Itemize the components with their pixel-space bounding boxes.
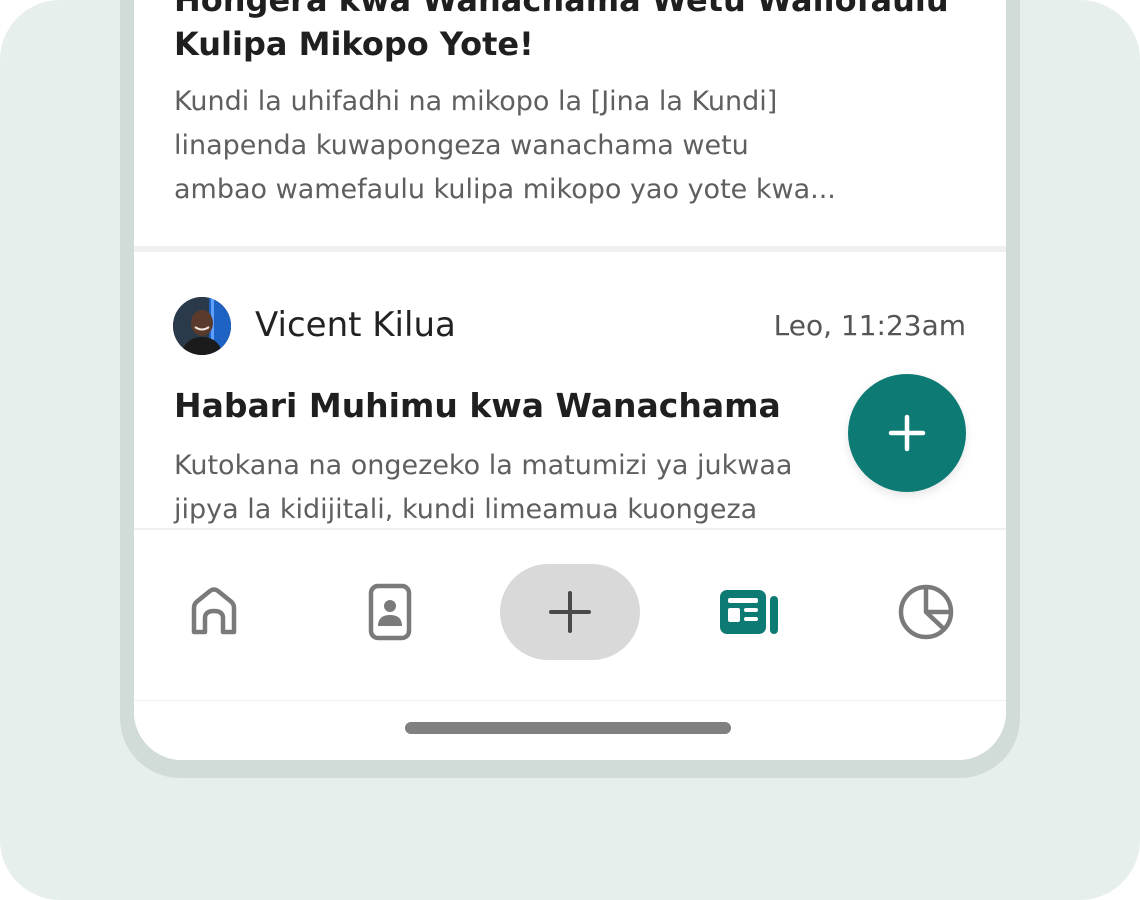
- add-post-button[interactable]: [848, 374, 966, 492]
- nav-add-button[interactable]: [500, 564, 640, 660]
- nav-contacts[interactable]: [350, 564, 430, 660]
- nav-home[interactable]: [174, 564, 254, 660]
- post-title: Habari Muhimu kwa Wanachama: [174, 386, 781, 425]
- plus-icon: [888, 414, 926, 452]
- author-avatar: [173, 297, 231, 355]
- home-icon: [191, 587, 237, 635]
- plus-icon: [549, 591, 591, 633]
- home-indicator[interactable]: [405, 722, 731, 734]
- post-author: Vicent Kilua: [255, 305, 456, 345]
- newspaper-icon: [720, 590, 778, 634]
- bottom-navigation: [134, 528, 1006, 702]
- background: Hongera kwa Wanachama Wetu Waliofaulu Ku…: [0, 0, 1140, 900]
- news-post[interactable]: Hongera kwa Wanachama Wetu Waliofaulu Ku…: [134, 0, 1006, 246]
- system-home-bar: [134, 700, 1006, 760]
- nav-stats[interactable]: [886, 564, 966, 660]
- nav-news[interactable]: [710, 564, 790, 660]
- contact-card-icon: [368, 583, 412, 641]
- post-time: Leo, 11:23am: [773, 309, 966, 342]
- post-excerpt: Kutokana na ongezeko la matumizi ya jukw…: [174, 450, 793, 525]
- post-excerpt: Kundi la uhifadhi na mikopo la [Jina la …: [174, 86, 836, 205]
- pie-chart-icon: [898, 584, 954, 640]
- phone-screen: Hongera kwa Wanachama Wetu Waliofaulu Ku…: [134, 0, 1006, 760]
- post-title: Hongera kwa Wanachama Wetu Waliofaulu Ku…: [174, 0, 949, 63]
